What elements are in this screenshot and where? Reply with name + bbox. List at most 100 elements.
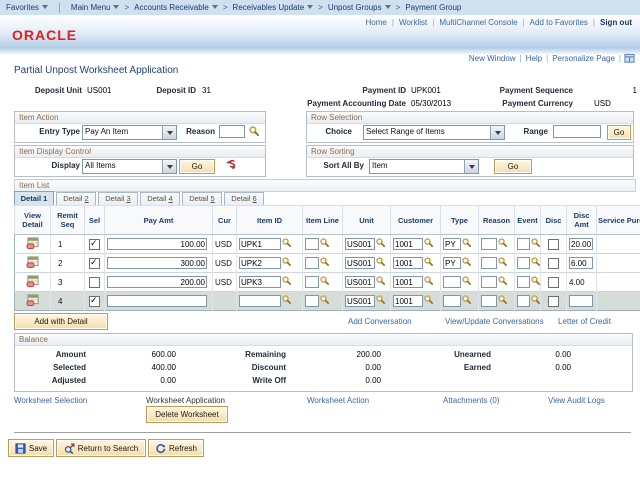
- sel-checkbox[interactable]: [89, 239, 100, 250]
- item-id-lookup-icon[interactable]: [282, 295, 291, 304]
- item-id-input[interactable]: [239, 257, 281, 269]
- refresh-button[interactable]: Refresh: [148, 439, 204, 457]
- reason-input[interactable]: [481, 238, 497, 250]
- breadcrumb-main-menu[interactable]: Main Menu: [71, 3, 120, 12]
- unit-lookup-icon[interactable]: [376, 257, 385, 266]
- view-update-conversations-link[interactable]: View/Update Conversations: [445, 317, 544, 326]
- breadcrumb-accounts-receivable[interactable]: Accounts Receivable: [134, 3, 218, 12]
- type-lookup-icon[interactable]: [462, 257, 471, 266]
- disc-amt-input[interactable]: [569, 238, 593, 250]
- return-to-search-button[interactable]: Return to Search: [56, 439, 146, 457]
- help-link[interactable]: Help: [526, 54, 542, 63]
- sort-all-by-select[interactable]: Item: [369, 159, 479, 174]
- display-go-button[interactable]: Go: [179, 159, 215, 174]
- worksheet-action-link[interactable]: Worksheet Action: [307, 396, 369, 405]
- item-id-input[interactable]: [239, 295, 281, 307]
- unit-lookup-icon[interactable]: [376, 276, 385, 285]
- view-detail-icon[interactable]: [26, 275, 40, 287]
- sort-go-button[interactable]: Go: [494, 159, 532, 174]
- pay-amt-input[interactable]: [107, 276, 207, 288]
- multichannel-console-link[interactable]: MultiChannel Console: [439, 18, 517, 27]
- unit-lookup-icon[interactable]: [376, 295, 385, 304]
- tab-detail-1[interactable]: Detail 1: [14, 191, 54, 205]
- view-detail-icon[interactable]: [26, 237, 40, 249]
- event-lookup-icon[interactable]: [531, 295, 540, 304]
- view-detail-icon[interactable]: [26, 294, 40, 306]
- reason-input[interactable]: [219, 125, 245, 138]
- disc-checkbox[interactable]: [548, 239, 559, 250]
- tab-detail-6[interactable]: Detail 6: [224, 192, 264, 205]
- event-input[interactable]: [517, 295, 530, 307]
- range-input[interactable]: [553, 125, 601, 138]
- tab-detail-4[interactable]: Detail 4: [140, 192, 180, 205]
- tab-detail-5[interactable]: Detail 5: [182, 192, 222, 205]
- personalize-page-link[interactable]: Personalize Page: [552, 54, 615, 63]
- unit-input[interactable]: [345, 257, 375, 269]
- pay-amt-input[interactable]: [107, 295, 207, 307]
- pay-amt-input[interactable]: [107, 257, 207, 269]
- add-with-detail-button[interactable]: Add with Detail: [14, 313, 108, 330]
- unit-lookup-icon[interactable]: [376, 238, 385, 247]
- type-input[interactable]: [443, 238, 461, 250]
- sel-checkbox[interactable]: [89, 296, 100, 307]
- breadcrumb-receivables-update[interactable]: Receivables Update: [233, 3, 314, 12]
- disc-amt-input[interactable]: [569, 295, 593, 307]
- event-input[interactable]: [517, 276, 530, 288]
- customer-lookup-icon[interactable]: [424, 276, 433, 285]
- entry-type-select[interactable]: Pay An Item: [82, 125, 177, 140]
- customer-input[interactable]: [393, 257, 423, 269]
- event-lookup-icon[interactable]: [531, 238, 540, 247]
- pay-amt-input[interactable]: [107, 238, 207, 250]
- item-id-input[interactable]: [239, 238, 281, 250]
- currency-conversion-icon[interactable]: [225, 159, 237, 171]
- sel-checkbox[interactable]: [89, 277, 100, 288]
- type-input[interactable]: [443, 257, 461, 269]
- sel-checkbox[interactable]: [89, 258, 100, 269]
- disc-checkbox[interactable]: [548, 296, 559, 307]
- range-go-button[interactable]: Go: [607, 125, 631, 140]
- item-line-lookup-icon[interactable]: [320, 257, 329, 266]
- type-lookup-icon[interactable]: [462, 238, 471, 247]
- tab-detail-2[interactable]: Detail 2: [56, 192, 96, 205]
- item-id-lookup-icon[interactable]: [282, 238, 291, 247]
- add-conversation-link[interactable]: Add Conversation: [348, 317, 412, 326]
- save-button[interactable]: Save: [8, 439, 54, 457]
- disc-amt-input[interactable]: [569, 257, 593, 269]
- add-to-favorites-link[interactable]: Add to Favorites: [530, 18, 588, 27]
- item-line-input[interactable]: [305, 257, 319, 269]
- reason-lookup-icon[interactable]: [249, 126, 259, 136]
- letter-of-credit-link[interactable]: Letter of Credit: [558, 317, 638, 326]
- view-audit-logs-link[interactable]: View Audit Logs: [548, 396, 605, 405]
- breadcrumb-unpost-groups[interactable]: Unpost Groups: [328, 3, 391, 12]
- item-line-input[interactable]: [305, 276, 319, 288]
- type-input[interactable]: [443, 276, 461, 288]
- home-link[interactable]: Home: [366, 18, 387, 27]
- view-detail-icon[interactable]: [26, 256, 40, 268]
- choice-select[interactable]: Select Range of Items: [363, 125, 505, 140]
- reason-lookup-icon[interactable]: [498, 257, 507, 266]
- unit-input[interactable]: [345, 276, 375, 288]
- item-id-lookup-icon[interactable]: [282, 257, 291, 266]
- type-lookup-icon[interactable]: [462, 276, 471, 285]
- tab-detail-3[interactable]: Detail 3: [98, 192, 138, 205]
- customer-lookup-icon[interactable]: [424, 257, 433, 266]
- event-lookup-icon[interactable]: [531, 257, 540, 266]
- customer-input[interactable]: [393, 276, 423, 288]
- event-lookup-icon[interactable]: [531, 276, 540, 285]
- item-id-lookup-icon[interactable]: [282, 276, 291, 285]
- event-input[interactable]: [517, 238, 530, 250]
- item-line-lookup-icon[interactable]: [320, 295, 329, 304]
- event-input[interactable]: [517, 257, 530, 269]
- item-id-input[interactable]: [239, 276, 281, 288]
- unit-input[interactable]: [345, 238, 375, 250]
- favorites-menu[interactable]: Favorites: [6, 3, 48, 12]
- worklist-link[interactable]: Worklist: [399, 18, 427, 27]
- sign-out-link[interactable]: Sign out: [600, 18, 632, 27]
- attachments-link[interactable]: Attachments (0): [443, 396, 499, 405]
- display-select[interactable]: All Items: [82, 159, 177, 174]
- reason-input[interactable]: [481, 257, 497, 269]
- delete-worksheet-button[interactable]: Delete Worksheet: [146, 406, 228, 423]
- reason-lookup-icon[interactable]: [498, 238, 507, 247]
- breadcrumb-payment-group[interactable]: Payment Group: [405, 3, 461, 12]
- disc-checkbox[interactable]: [548, 258, 559, 269]
